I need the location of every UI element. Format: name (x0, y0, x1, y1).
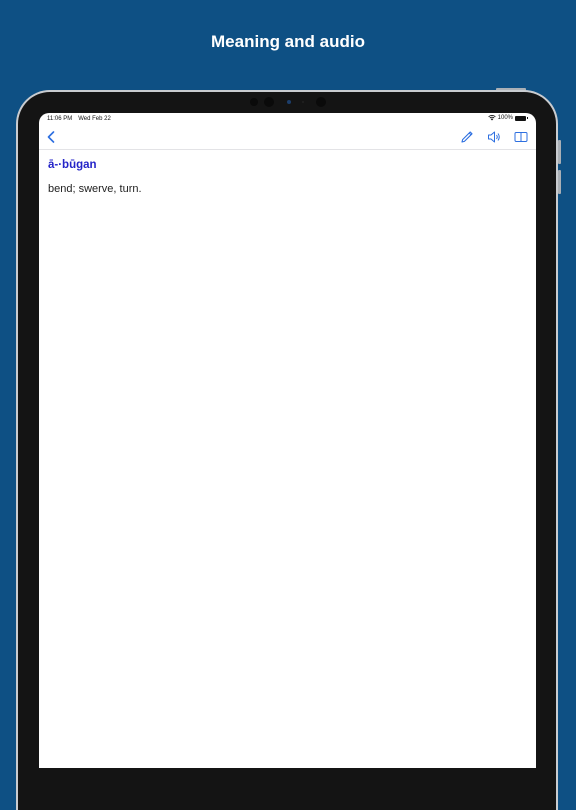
battery-percentage: 100% (497, 115, 513, 121)
camera-bar (246, 96, 336, 108)
sensor-icon (316, 97, 326, 107)
entry-content: ā-·būgan bend; swerve, turn. (48, 159, 527, 195)
entry-definition: bend; swerve, turn. (48, 183, 142, 195)
sensor-icon (264, 97, 274, 107)
navigation-bar (39, 125, 536, 150)
camera-lens-icon (287, 100, 291, 104)
sensor-icon (250, 98, 258, 106)
back-button[interactable] (43, 129, 59, 145)
device-volume-down-button (558, 170, 561, 194)
pencil-icon (461, 131, 473, 143)
book-icon (514, 132, 528, 142)
wifi-icon (487, 115, 496, 121)
speaker-icon (488, 131, 500, 143)
edit-button[interactable] (460, 129, 474, 145)
entry-headword: ā-·būgan (48, 159, 97, 171)
nav-actions (460, 129, 528, 145)
status-bar: 11:06 PM Wed Feb 22 100% (39, 113, 536, 125)
status-right: 100% (487, 115, 528, 121)
promo-title: Meaning and audio (211, 32, 365, 51)
sensor-icon (302, 101, 304, 103)
battery-icon (515, 115, 528, 121)
device-volume-up-button (558, 140, 561, 164)
status-date: Wed Feb 22 (78, 116, 111, 122)
book-button[interactable] (514, 129, 528, 145)
status-time-date: 11:06 PM Wed Feb 22 (47, 116, 111, 122)
chevron-left-icon (47, 131, 55, 143)
audio-button[interactable] (487, 129, 501, 145)
status-time: 11:06 PM (47, 116, 73, 122)
app-screen: 11:06 PM Wed Feb 22 100% ā-·būgan bend; … (39, 113, 536, 768)
